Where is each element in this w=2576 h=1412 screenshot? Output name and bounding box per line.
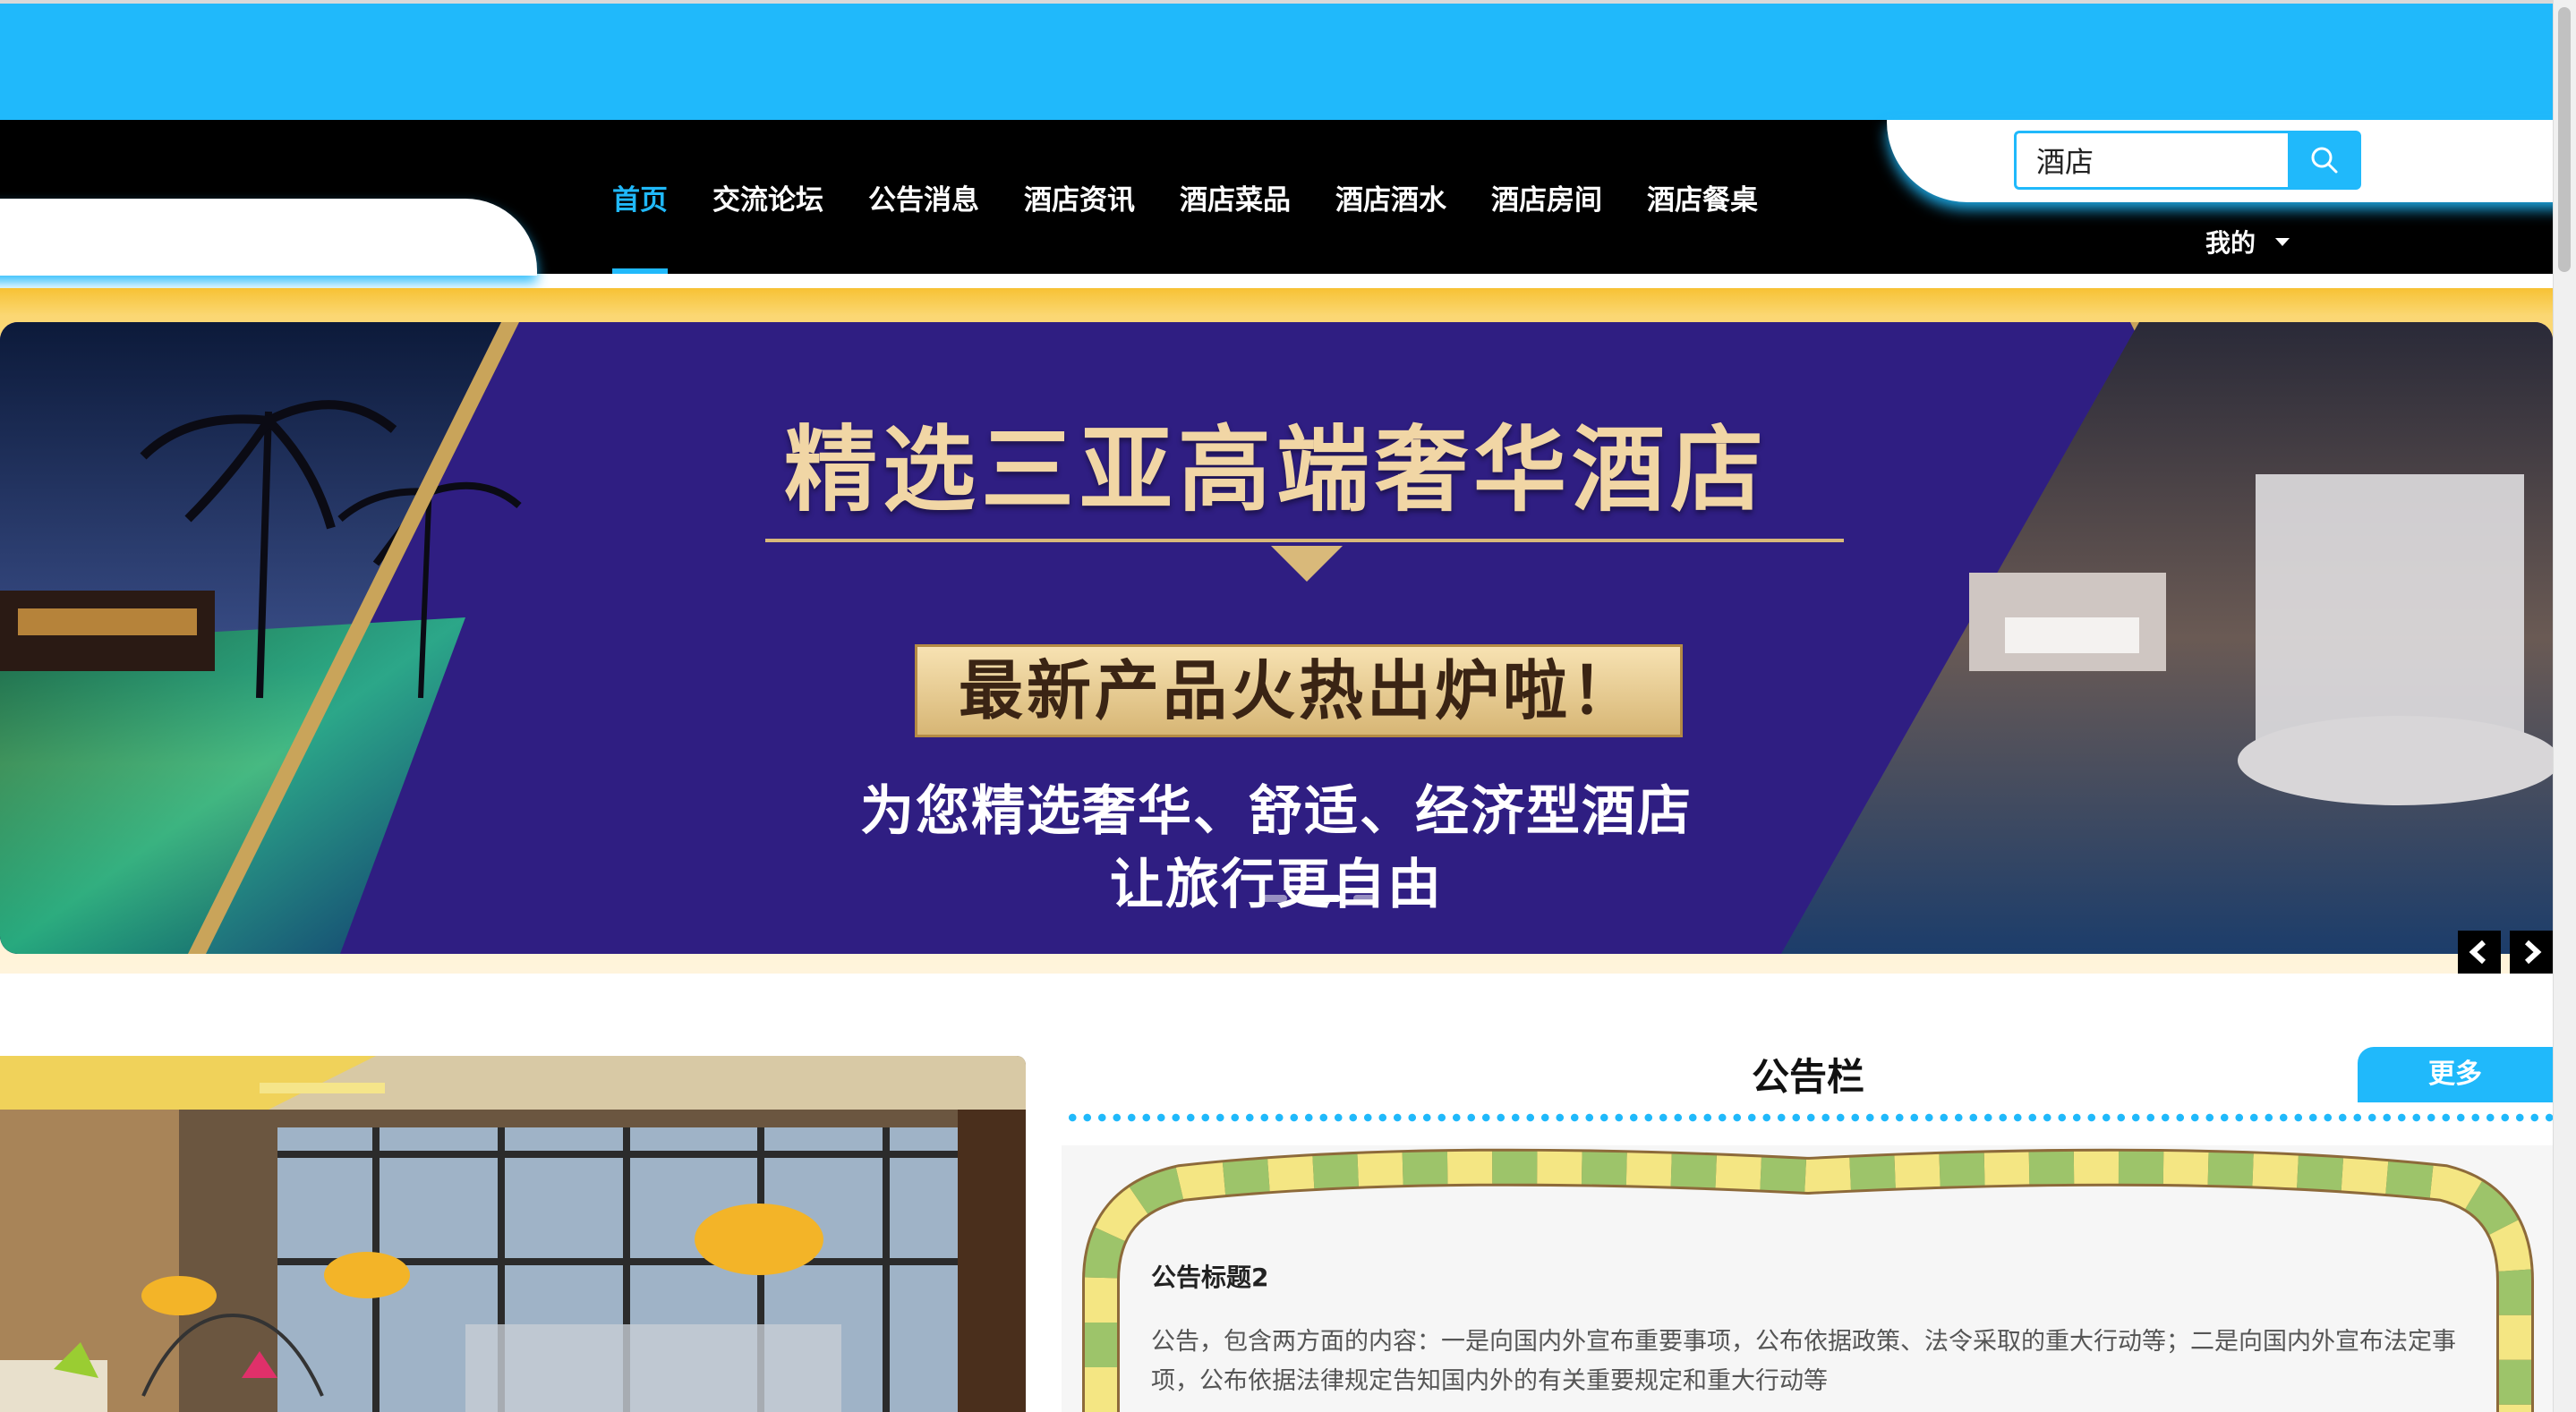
scrollbar-thumb[interactable]: [2558, 7, 2571, 272]
chevron-right-icon: [2524, 940, 2542, 965]
banner-tagline-2: 让旅行更自由: [1110, 854, 1443, 916]
search-input[interactable]: [2014, 131, 2288, 190]
banner-title: 精选三亚高端奢华酒店: [783, 414, 1769, 524]
banner-tagline-1: 为您精选奢华、舒适、经济型酒店: [860, 780, 1693, 843]
carousel-dot-active[interactable]: [1300, 895, 1341, 902]
caret-down-icon: [2275, 237, 2290, 246]
nav-item-forum[interactable]: 交流论坛: [690, 175, 846, 274]
carousel-prev-button[interactable]: [2458, 931, 2501, 974]
notice-board-title: 公告栏: [1751, 1055, 1864, 1099]
carousel-dot[interactable]: [1262, 895, 1287, 902]
carousel-next-button[interactable]: [2510, 931, 2553, 974]
search-icon: [2311, 147, 2338, 174]
search-button[interactable]: [2288, 131, 2361, 190]
nav-item-hotel-rooms[interactable]: 酒店房间: [1469, 175, 1625, 274]
notice-item-body: 公告，包含两方面的内容：一是向国内外宣布重要事项，公布依据政策、法令采取的重大行…: [1151, 1328, 2456, 1395]
chevron-left-icon: [2469, 940, 2486, 965]
user-menu[interactable]: 我的: [2205, 224, 2290, 259]
nav-item-hotel-tables[interactable]: 酒店餐桌: [1625, 175, 1780, 274]
hotel-room-photo[interactable]: [0, 1056, 1026, 1412]
nav-item-announcements[interactable]: 公告消息: [846, 175, 1002, 274]
carousel-indicators: [1262, 895, 1378, 902]
notice-item-title[interactable]: 公告标题2: [1151, 1258, 1268, 1294]
top-header-band: [0, 0, 2553, 120]
carousel-dot[interactable]: [1353, 895, 1378, 902]
nav-item-hotel-dishes[interactable]: 酒店菜品: [1157, 175, 1313, 274]
nav-left-decoration: [0, 199, 537, 276]
notice-more-button[interactable]: 更多: [2358, 1047, 2553, 1102]
nav-item-hotel-news[interactable]: 酒店资讯: [1002, 175, 1157, 274]
page-scrollbar[interactable]: [2553, 0, 2576, 1412]
main-nav-menu: 首页 交流论坛 公告消息 酒店资讯 酒店菜品 酒店酒水 酒店房间 酒店餐桌: [601, 175, 1780, 274]
nav-item-home[interactable]: 首页: [601, 175, 690, 274]
nav-item-hotel-drinks[interactable]: 酒店酒水: [1313, 175, 1469, 274]
banner-subtitle: 最新产品火热出炉啦！: [915, 644, 1683, 737]
user-menu-label: 我的: [2205, 228, 2256, 258]
notice-divider: [1065, 1113, 2553, 1122]
hotel-room-image: [0, 1056, 1026, 1412]
search-bar: [2014, 131, 2361, 190]
